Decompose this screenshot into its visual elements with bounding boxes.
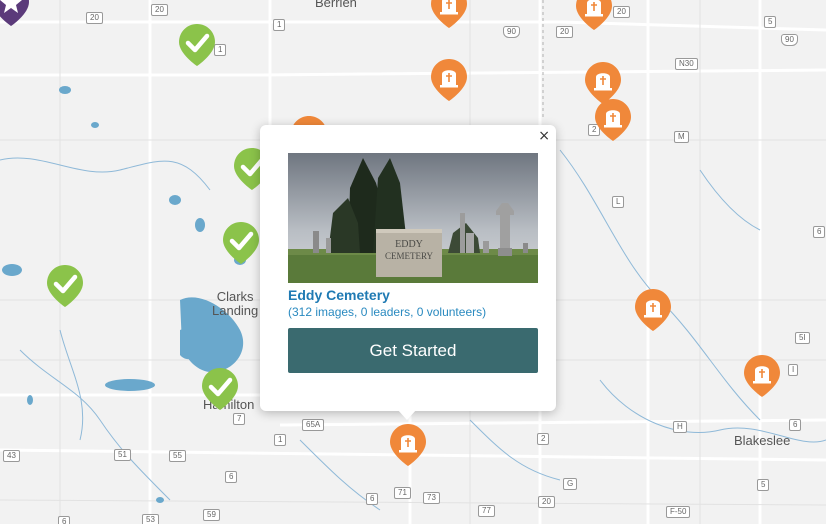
road-shield: G (563, 478, 578, 490)
road-shield: 65A (302, 419, 325, 431)
road-shield: F-50 (666, 506, 691, 518)
road-shield: L (612, 196, 625, 208)
town-label-clarks-landing: Clarks Landing (212, 289, 259, 318)
road-shield: 5 (764, 16, 777, 28)
road-shield: 43 (3, 450, 20, 462)
road-shield: N30 (675, 58, 698, 70)
cemetery-marker[interactable] (430, 0, 468, 30)
road-shield: 5 (757, 479, 770, 491)
svg-text:EDDY: EDDY (395, 239, 423, 250)
road-shield: 73 (423, 492, 440, 504)
town-label-berrien: Berrien (315, 0, 357, 10)
town-label-blakeslee: Blakeslee (734, 433, 791, 448)
cemetery-marker[interactable] (743, 353, 781, 399)
road-shield: M (674, 131, 689, 143)
close-icon[interactable]: × (538, 128, 550, 144)
cemetery-marker[interactable] (575, 0, 613, 32)
road-shield: 20 (613, 6, 630, 18)
popup-pointer (397, 409, 417, 420)
cemetery-marker[interactable] (594, 97, 632, 143)
road-shield: 20 (151, 4, 168, 16)
completed-cemetery-marker[interactable] (46, 263, 84, 309)
road-shield: 71 (394, 487, 411, 499)
road-shield: 20 (556, 26, 573, 38)
headstone-icon (644, 300, 662, 318)
svg-text:CEMETERY: CEMETERY (385, 251, 434, 261)
road-shield: 90 (781, 34, 798, 46)
road-shield: I (788, 364, 799, 376)
road-shield: 55 (169, 450, 186, 462)
headstone-icon (604, 110, 622, 128)
road-shield: 1 (273, 19, 286, 31)
road-shield: H (673, 421, 687, 433)
cemetery-marker[interactable] (430, 57, 468, 103)
road-shield: 1 (274, 434, 287, 446)
completed-cemetery-marker[interactable] (222, 220, 260, 266)
road-shield: 6 (813, 226, 826, 238)
road-shield: 20 (538, 496, 555, 508)
road-shield: 20 (86, 12, 103, 24)
headstone-icon (440, 70, 458, 88)
road-shield: 2 (537, 433, 550, 445)
road-shield: 77 (478, 505, 495, 517)
road-shield: 6 (789, 419, 802, 431)
headstone-icon (594, 73, 612, 91)
headstone-icon (753, 366, 771, 384)
completed-cemetery-marker[interactable] (201, 366, 239, 412)
road-shield: 59 (203, 509, 220, 521)
road-shield: 5I (795, 332, 810, 344)
road-shield: 53 (142, 514, 159, 524)
road-shield: 6 (225, 471, 238, 483)
road-shield: 90 (503, 26, 520, 38)
cemetery-popup: × EDDY CEMETERY Eddy Cemetery (312 image… (260, 125, 556, 411)
featured-cemetery-marker[interactable] (0, 0, 30, 28)
road-shield: 6 (58, 516, 71, 524)
headstone-icon (585, 0, 603, 17)
selected-cemetery-marker[interactable] (389, 422, 427, 468)
cemetery-stats: (312 images, 0 leaders, 0 volunteers) (288, 305, 487, 319)
cemetery-marker[interactable] (634, 287, 672, 333)
headstone-icon (440, 0, 458, 15)
get-started-button[interactable]: Get Started (288, 328, 538, 373)
completed-cemetery-marker[interactable] (178, 22, 216, 68)
cemetery-photo: EDDY CEMETERY (288, 153, 538, 283)
road-shield: 51 (114, 449, 131, 461)
cemetery-title-link[interactable]: Eddy Cemetery (288, 287, 390, 303)
map-canvas[interactable]: Berrien Clarks Landing Hamilton Blakesle… (0, 0, 826, 524)
headstone-icon (399, 435, 417, 453)
road-shield: 7 (233, 413, 246, 425)
road-shield: 6 (366, 493, 379, 505)
